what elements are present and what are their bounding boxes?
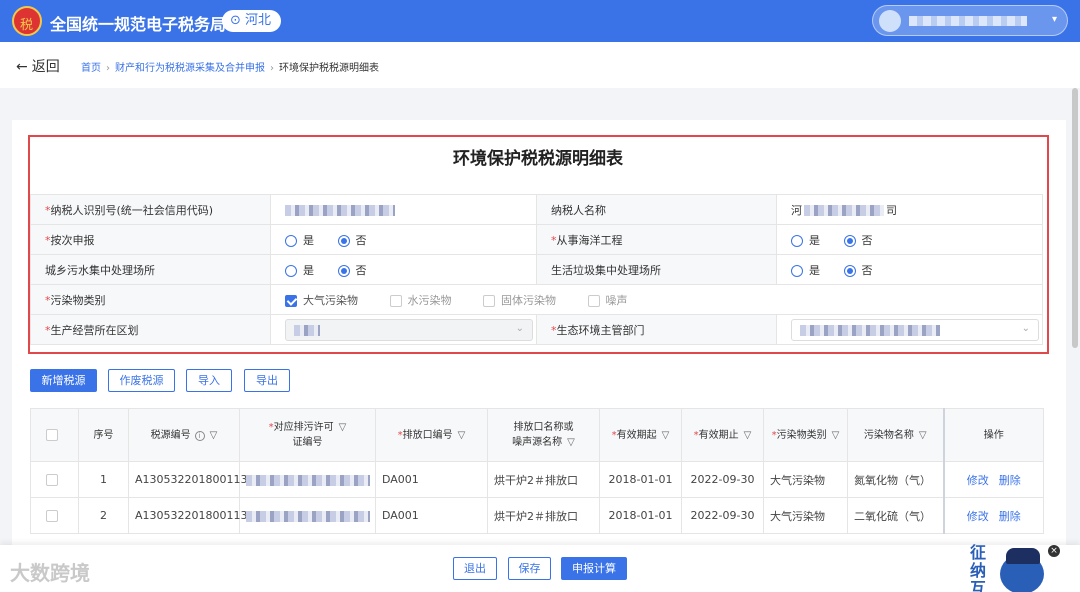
masked-value	[246, 510, 370, 522]
filter-icon[interactable]: ▽	[567, 435, 575, 450]
eco-dept-select[interactable]: ⌄	[791, 318, 1039, 341]
row-checkbox[interactable]	[45, 510, 58, 522]
exit-button[interactable]: 退出	[453, 557, 497, 580]
delete-link[interactable]: 删除	[999, 474, 1021, 487]
scrollbar[interactable]	[1072, 88, 1078, 348]
tax-source-form: *纳税人识别号(统一社会信用代码) 纳税人名称 河司 *按次申报 是 否 *从事…	[30, 194, 1043, 345]
urban-sewage-no-radio[interactable]: 否	[337, 264, 367, 277]
filter-icon[interactable]: ▽	[744, 428, 752, 443]
garbage-no-radio[interactable]: 否	[843, 264, 873, 277]
eco-dept-label: 生态环境主管部门	[556, 323, 645, 337]
taxpayer-name-value: 河司	[776, 194, 1043, 225]
avatar	[879, 10, 901, 32]
filter-icon[interactable]: ▽	[919, 428, 927, 443]
tax-source-table: 序号 税源编号 i ▽ *对应排污许可 ▽ 证编号 *排放口编号 ▽ 排放口名称或 噪声源名…	[30, 408, 1044, 534]
masked-value	[804, 205, 884, 216]
by-frequency-yes-radio[interactable]: 是	[285, 234, 314, 247]
filter-icon[interactable]: ▽	[458, 428, 466, 443]
location-pin-icon: ⊙	[230, 13, 246, 28]
chevron-down-icon: ▾	[1051, 14, 1057, 25]
urban-sewage-yes-radio[interactable]: 是	[285, 264, 314, 277]
breadcrumb-tax-collection[interactable]: 财产和行为税税源采集及合并申报	[115, 63, 265, 74]
taxpayer-id-value	[270, 194, 537, 225]
select-all-checkbox[interactable]	[45, 428, 58, 441]
assistant-widget[interactable]: 征纳互	[966, 544, 1048, 592]
urban-sewage-label: 城乡污水集中处理场所	[45, 263, 155, 277]
delete-link[interactable]: 删除	[999, 510, 1021, 523]
edit-link[interactable]: 修改	[967, 510, 989, 523]
region-select[interactable]: ⌄	[285, 318, 533, 341]
col-pollutant-name[interactable]: 污染物名称 ▽	[847, 408, 944, 462]
col-valid-to[interactable]: *有效期止 ▽	[681, 408, 764, 462]
masked-value	[246, 474, 370, 486]
filter-icon[interactable]: ▽	[210, 428, 218, 443]
row-checkbox[interactable]	[45, 474, 58, 486]
close-icon[interactable]: ×	[1048, 545, 1060, 557]
chevron-down-icon: ⌄	[1021, 322, 1030, 334]
breadcrumb-current: 环境保护税税源明细表	[279, 63, 379, 74]
save-button[interactable]: 保存	[508, 557, 551, 580]
breadcrumb-bar: ← 返回 首页 › 财产和行为税税源采集及合并申报 › 环境保护税税源明细表	[0, 42, 1080, 88]
checkbox-noise[interactable]: 噪声	[587, 294, 628, 307]
void-source-button[interactable]: 作废税源	[108, 369, 175, 392]
by-frequency-no-radio[interactable]: 否	[337, 234, 367, 247]
add-source-button[interactable]: 新增税源	[30, 369, 97, 392]
marine-no-radio[interactable]: 否	[843, 234, 873, 247]
back-button[interactable]: ← 返回	[12, 56, 60, 76]
col-source-no[interactable]: 税源编号 i ▽	[128, 408, 240, 462]
region-label: 生产经营所在区划	[50, 323, 139, 337]
breadcrumb: 首页 › 财产和行为税税源采集及合并申报 › 环境保护税税源明细表	[81, 63, 379, 74]
garbage-label: 生活垃圾集中处理场所	[551, 263, 661, 277]
col-pollutant-type[interactable]: *污染物类别 ▽	[763, 408, 848, 462]
chevron-down-icon: ⌄	[515, 322, 524, 334]
breadcrumb-home[interactable]: 首页	[81, 63, 101, 74]
user-menu[interactable]: ▾	[872, 5, 1068, 36]
tax-emblem-icon: 税	[12, 6, 42, 36]
col-outlet-no[interactable]: *排放口编号 ▽	[375, 408, 488, 462]
info-icon[interactable]: i	[194, 430, 205, 441]
filter-icon[interactable]: ▽	[339, 420, 347, 435]
marine-label: 从事海洋工程	[556, 233, 623, 247]
table-row[interactable]: 2 A130532201800113 DA001 烘干炉2＃排放口 2018-0…	[30, 497, 1044, 534]
checkbox-air[interactable]: 大气污染物	[285, 294, 358, 307]
col-ops: 操作	[942, 408, 1044, 462]
col-seq: 序号	[78, 408, 129, 462]
region-selector[interactable]: ⊙ 河北	[222, 10, 282, 32]
col-permit-no[interactable]: *对应排污许可 ▽ 证编号	[239, 408, 376, 462]
declare-calc-button[interactable]: 申报计算	[561, 557, 627, 580]
checkbox-solid[interactable]: 固体污染物	[483, 294, 556, 307]
by-frequency-label: 按次申报	[50, 233, 95, 247]
top-bar: 税 全国统一规范电子税务局 ⊙ 河北 ▾	[0, 0, 1080, 42]
form-title: 环境保护税税源明细表	[453, 149, 623, 169]
import-button[interactable]: 导入	[186, 369, 232, 392]
user-name-masked	[909, 16, 1027, 26]
taxpayer-id-label: 纳税人识别号(统一社会信用代码)	[50, 203, 214, 217]
arrow-left-icon: ←	[16, 59, 28, 75]
watermark: 大数跨境	[10, 561, 90, 585]
filter-icon[interactable]: ▽	[662, 428, 670, 443]
filter-icon[interactable]: ▽	[832, 428, 840, 443]
marine-yes-radio[interactable]: 是	[791, 234, 820, 247]
col-outlet-name[interactable]: 排放口名称或 噪声源名称 ▽	[487, 408, 600, 462]
garbage-yes-radio[interactable]: 是	[791, 264, 820, 277]
export-button[interactable]: 导出	[244, 369, 290, 392]
table-row[interactable]: 1 A130532201800113 DA001 烘干炉2＃排放口 2018-0…	[30, 461, 1044, 498]
app-title: 全国统一规范电子税务局	[50, 15, 227, 34]
edit-link[interactable]: 修改	[967, 474, 989, 487]
taxpayer-name-label: 纳税人名称	[551, 203, 606, 217]
pollutant-type-label: 污染物类别	[50, 293, 106, 307]
checkbox-water[interactable]: 水污染物	[389, 294, 452, 307]
col-valid-from[interactable]: *有效期起 ▽	[599, 408, 682, 462]
masked-value	[285, 204, 395, 216]
